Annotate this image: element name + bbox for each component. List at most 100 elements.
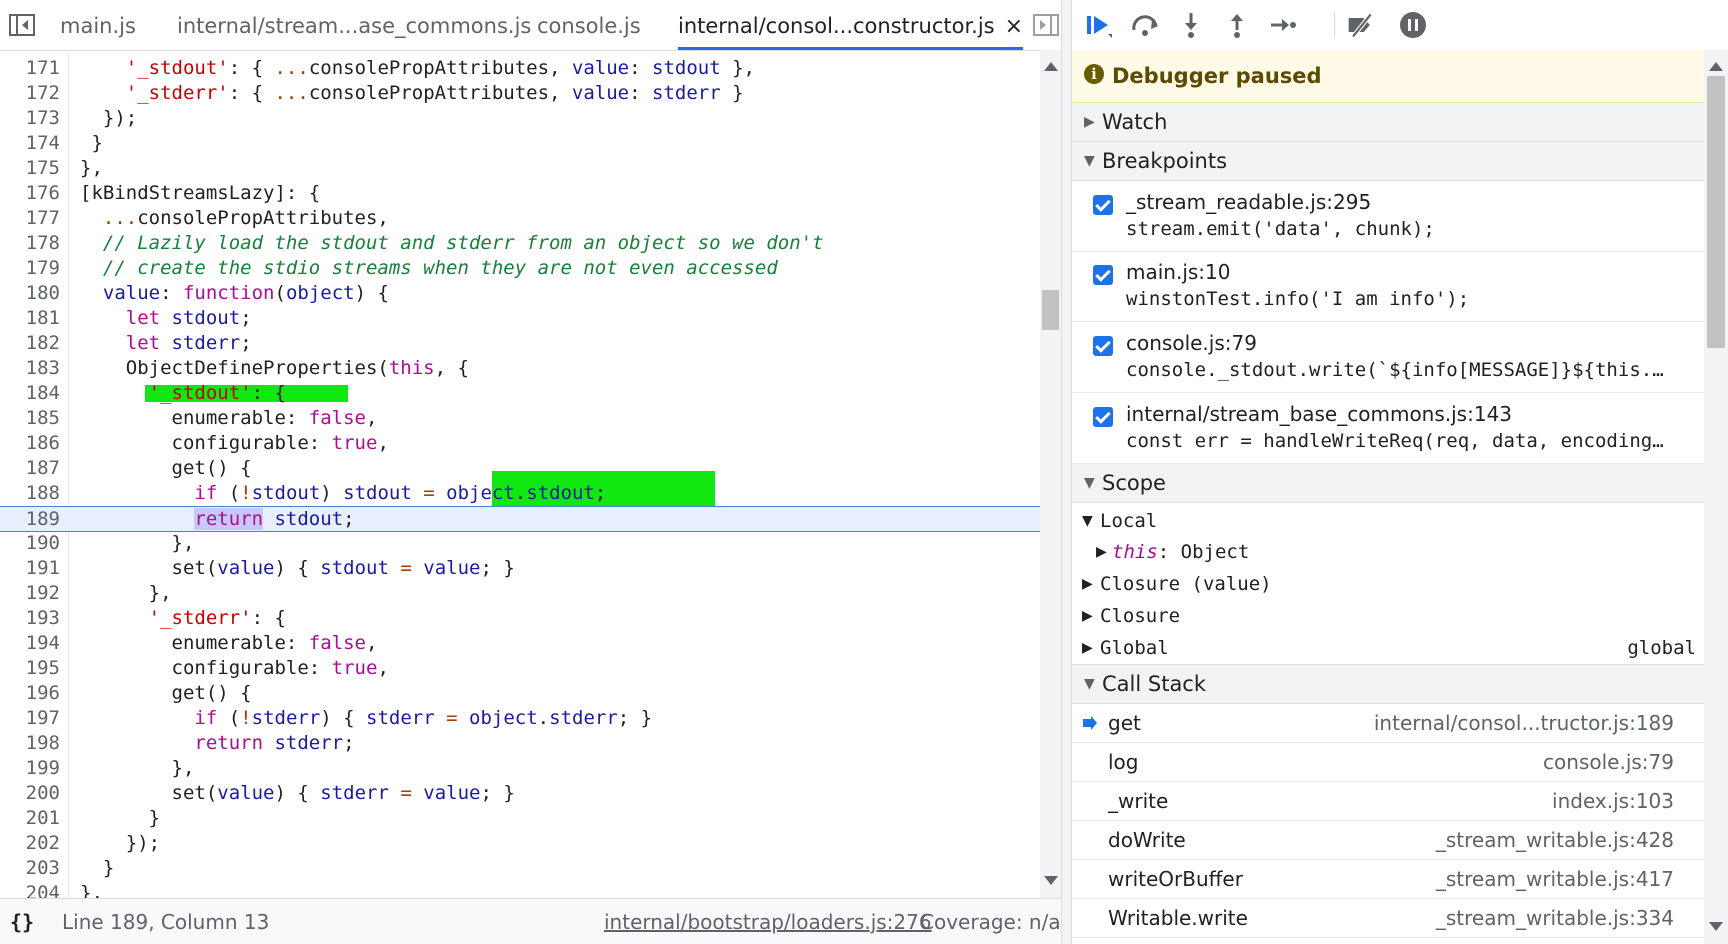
scroll-down-icon[interactable] [1044, 876, 1058, 885]
call-frame[interactable]: log console.js:79 [1072, 743, 1704, 782]
code-line[interactable]: 201 } [0, 806, 1040, 831]
scope-closure-value[interactable]: ▶ Closure (value) [1072, 568, 1704, 600]
pretty-print-icon[interactable]: {} [10, 899, 34, 944]
scope-closure[interactable]: ▶ Closure [1072, 600, 1704, 632]
line-number[interactable]: 201 [0, 806, 60, 831]
code-line[interactable]: 195 configurable: true, [0, 656, 1040, 681]
line-number[interactable]: 172 [0, 81, 60, 106]
line-number[interactable]: 171 [0, 56, 60, 81]
section-watch[interactable]: ▶ Watch [1072, 103, 1704, 142]
line-number[interactable]: 187 [0, 456, 60, 481]
code-line[interactable]: 202 }); [0, 831, 1040, 856]
line-number[interactable]: 186 [0, 431, 60, 456]
step-over-icon[interactable] [1130, 10, 1160, 40]
deactivate-breakpoints-icon[interactable] [1346, 10, 1376, 40]
tab-main-js[interactable]: main.js [60, 0, 136, 48]
breakpoint-checkbox[interactable] [1093, 265, 1113, 285]
code-line[interactable]: 183 ObjectDefineProperties(this, { [0, 356, 1040, 381]
code-line[interactable]: 177 ...consolePropAttributes, [0, 206, 1040, 231]
line-number[interactable]: 173 [0, 106, 60, 131]
code-line[interactable]: 198 return stderr; [0, 731, 1040, 756]
scope-this[interactable]: ▶ this: Object [1072, 536, 1704, 568]
step-into-icon[interactable] [1176, 10, 1206, 40]
breakpoint-item[interactable]: _stream_readable.js:295 stream.emit('dat… [1072, 181, 1704, 252]
line-number[interactable]: 204 [0, 881, 60, 898]
tab-console-constructor[interactable]: internal/consol...constructor.js × [678, 0, 1024, 50]
code-line[interactable]: 172 '_stderr': { ...consolePropAttribute… [0, 81, 1040, 106]
call-frame[interactable]: get internal/consol...tructor.js:189 [1072, 704, 1704, 743]
line-number[interactable]: 189 [0, 507, 60, 532]
line-number[interactable]: 182 [0, 331, 60, 356]
breakpoint-item[interactable]: internal/stream_base_commons.js:143 cons… [1072, 393, 1704, 464]
step-out-icon[interactable] [1222, 10, 1252, 40]
code-line[interactable]: 194 enumerable: false, [0, 631, 1040, 656]
line-number[interactable]: 194 [0, 631, 60, 656]
scope-local[interactable]: ▼ Local [1072, 505, 1704, 537]
line-number[interactable]: 202 [0, 831, 60, 856]
code-line[interactable]: 184 '_stdout': { [0, 381, 1040, 406]
code-line[interactable]: 204}, [0, 881, 1040, 898]
code-line[interactable]: 189 return stdout; [0, 506, 1040, 532]
pause-on-exceptions-icon[interactable] [1398, 10, 1428, 40]
code-line[interactable]: 171 '_stdout': { ...consolePropAttribute… [0, 56, 1040, 81]
call-frame[interactable]: Writable.write _stream_writable.js:334 [1072, 899, 1704, 938]
breakpoint-item[interactable]: console.js:79 console._stdout.write(`${i… [1072, 322, 1704, 393]
code-line[interactable]: 185 enumerable: false, [0, 406, 1040, 431]
breakpoint-checkbox[interactable] [1093, 195, 1113, 215]
code-line[interactable]: 192 }, [0, 581, 1040, 606]
line-number[interactable]: 191 [0, 556, 60, 581]
code-line[interactable]: 200 set(value) { stderr = value; } [0, 781, 1040, 806]
code-line[interactable]: 179 // create the stdio streams when the… [0, 256, 1040, 281]
source-link[interactable]: internal/bootstrap/loaders.js:276 [604, 899, 932, 944]
line-number[interactable]: 190 [0, 531, 60, 556]
toggle-navigator-icon[interactable] [8, 13, 36, 37]
scroll-down-icon[interactable] [1709, 922, 1723, 931]
scope-global[interactable]: ▶ Global global [1072, 632, 1704, 664]
code-line[interactable]: 181 let stdout; [0, 306, 1040, 331]
line-number[interactable]: 180 [0, 281, 60, 306]
code-line[interactable]: 175}, [0, 156, 1040, 181]
line-number[interactable]: 203 [0, 856, 60, 881]
line-number[interactable]: 195 [0, 656, 60, 681]
code-line[interactable]: 193 '_stderr': { [0, 606, 1040, 631]
line-number[interactable]: 188 [0, 481, 60, 506]
line-number[interactable]: 196 [0, 681, 60, 706]
line-number[interactable]: 185 [0, 406, 60, 431]
code-line[interactable]: 180 value: function(object) { [0, 281, 1040, 306]
line-number[interactable]: 200 [0, 781, 60, 806]
section-call-stack[interactable]: ▼ Call Stack [1072, 664, 1704, 704]
pane-splitter[interactable] [1061, 0, 1072, 944]
code-line[interactable]: 178 // Lazily load the stdout and stderr… [0, 231, 1040, 256]
breakpoint-checkbox[interactable] [1093, 336, 1113, 356]
section-breakpoints[interactable]: ▼ Breakpoints [1072, 142, 1704, 181]
code-line[interactable]: 188 if (!stdout) stdout = object.stdout; [0, 471, 1040, 521]
code-line[interactable]: 190 }, [0, 531, 1040, 556]
line-number[interactable]: 192 [0, 581, 60, 606]
line-number[interactable]: 198 [0, 731, 60, 756]
call-frame[interactable]: _write index.js:103 [1072, 782, 1704, 821]
line-number[interactable]: 184 [0, 381, 60, 406]
step-icon[interactable] [1268, 10, 1298, 40]
section-scope[interactable]: ▼ Scope [1072, 464, 1704, 503]
line-number[interactable]: 179 [0, 256, 60, 281]
code-line[interactable]: 197 if (!stderr) { stderr = object.stder… [0, 706, 1040, 731]
code-line[interactable]: 186 configurable: true, [0, 431, 1040, 456]
code-line[interactable]: 199 }, [0, 756, 1040, 781]
code-line[interactable]: 196 get() { [0, 681, 1040, 706]
line-number[interactable]: 197 [0, 706, 60, 731]
line-number[interactable]: 177 [0, 206, 60, 231]
code-line[interactable]: 176 [kBindStreamsLazy]: { [0, 181, 1040, 206]
breakpoint-checkbox[interactable] [1093, 407, 1113, 427]
scroll-thumb[interactable] [1707, 76, 1725, 348]
code-editor[interactable]: 171 '_stdout': { ...consolePropAttribute… [0, 50, 1040, 898]
scroll-thumb[interactable] [1042, 290, 1059, 330]
close-tab-icon[interactable]: × [1005, 14, 1023, 39]
sidebar-scrollbar[interactable] [1704, 50, 1728, 944]
line-number[interactable]: 199 [0, 756, 60, 781]
breakpoint-item[interactable]: main.js:10 winstonTest.info('I am info')… [1072, 251, 1704, 322]
tab-console-js[interactable]: console.js [537, 0, 641, 48]
code-line[interactable]: 174 } [0, 131, 1040, 156]
line-number[interactable]: 183 [0, 356, 60, 381]
resume-icon[interactable] [1084, 10, 1114, 40]
scroll-up-icon[interactable] [1044, 62, 1058, 71]
